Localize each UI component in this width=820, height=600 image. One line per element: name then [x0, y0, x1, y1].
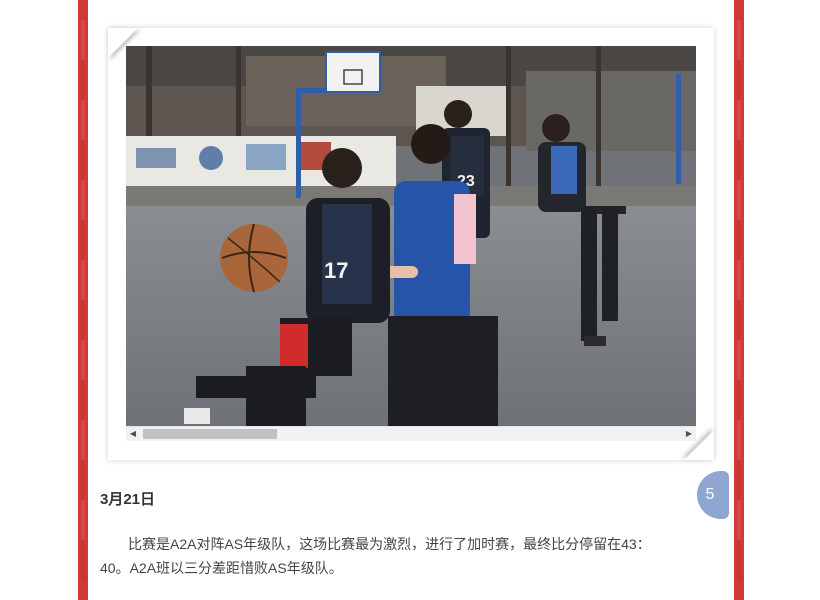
scroll-thumb[interactable] [143, 429, 277, 439]
horizontal-scrollbar[interactable]: ◀ ▶ [126, 426, 696, 441]
scroll-left-arrow-icon[interactable]: ◀ [126, 427, 140, 441]
page-number-badge: 5 [697, 471, 729, 519]
date-heading: 3月21日 [100, 491, 156, 508]
basketball-scene: 23 17 [126, 46, 696, 426]
scroll-right-arrow-icon[interactable]: ▶ [682, 427, 696, 441]
jersey-number-17: 17 [324, 258, 348, 283]
photo-frame: 23 17 ◀ ▶ [108, 28, 714, 460]
article-paragraph: 比赛是A2A对阵AS年级队，这场比赛最为激烈，进行了加时赛，最终比分停留在43：… [100, 536, 651, 576]
right-red-border [734, 0, 744, 600]
basketball-photo: 23 17 [126, 46, 696, 426]
left-red-border [78, 0, 88, 600]
